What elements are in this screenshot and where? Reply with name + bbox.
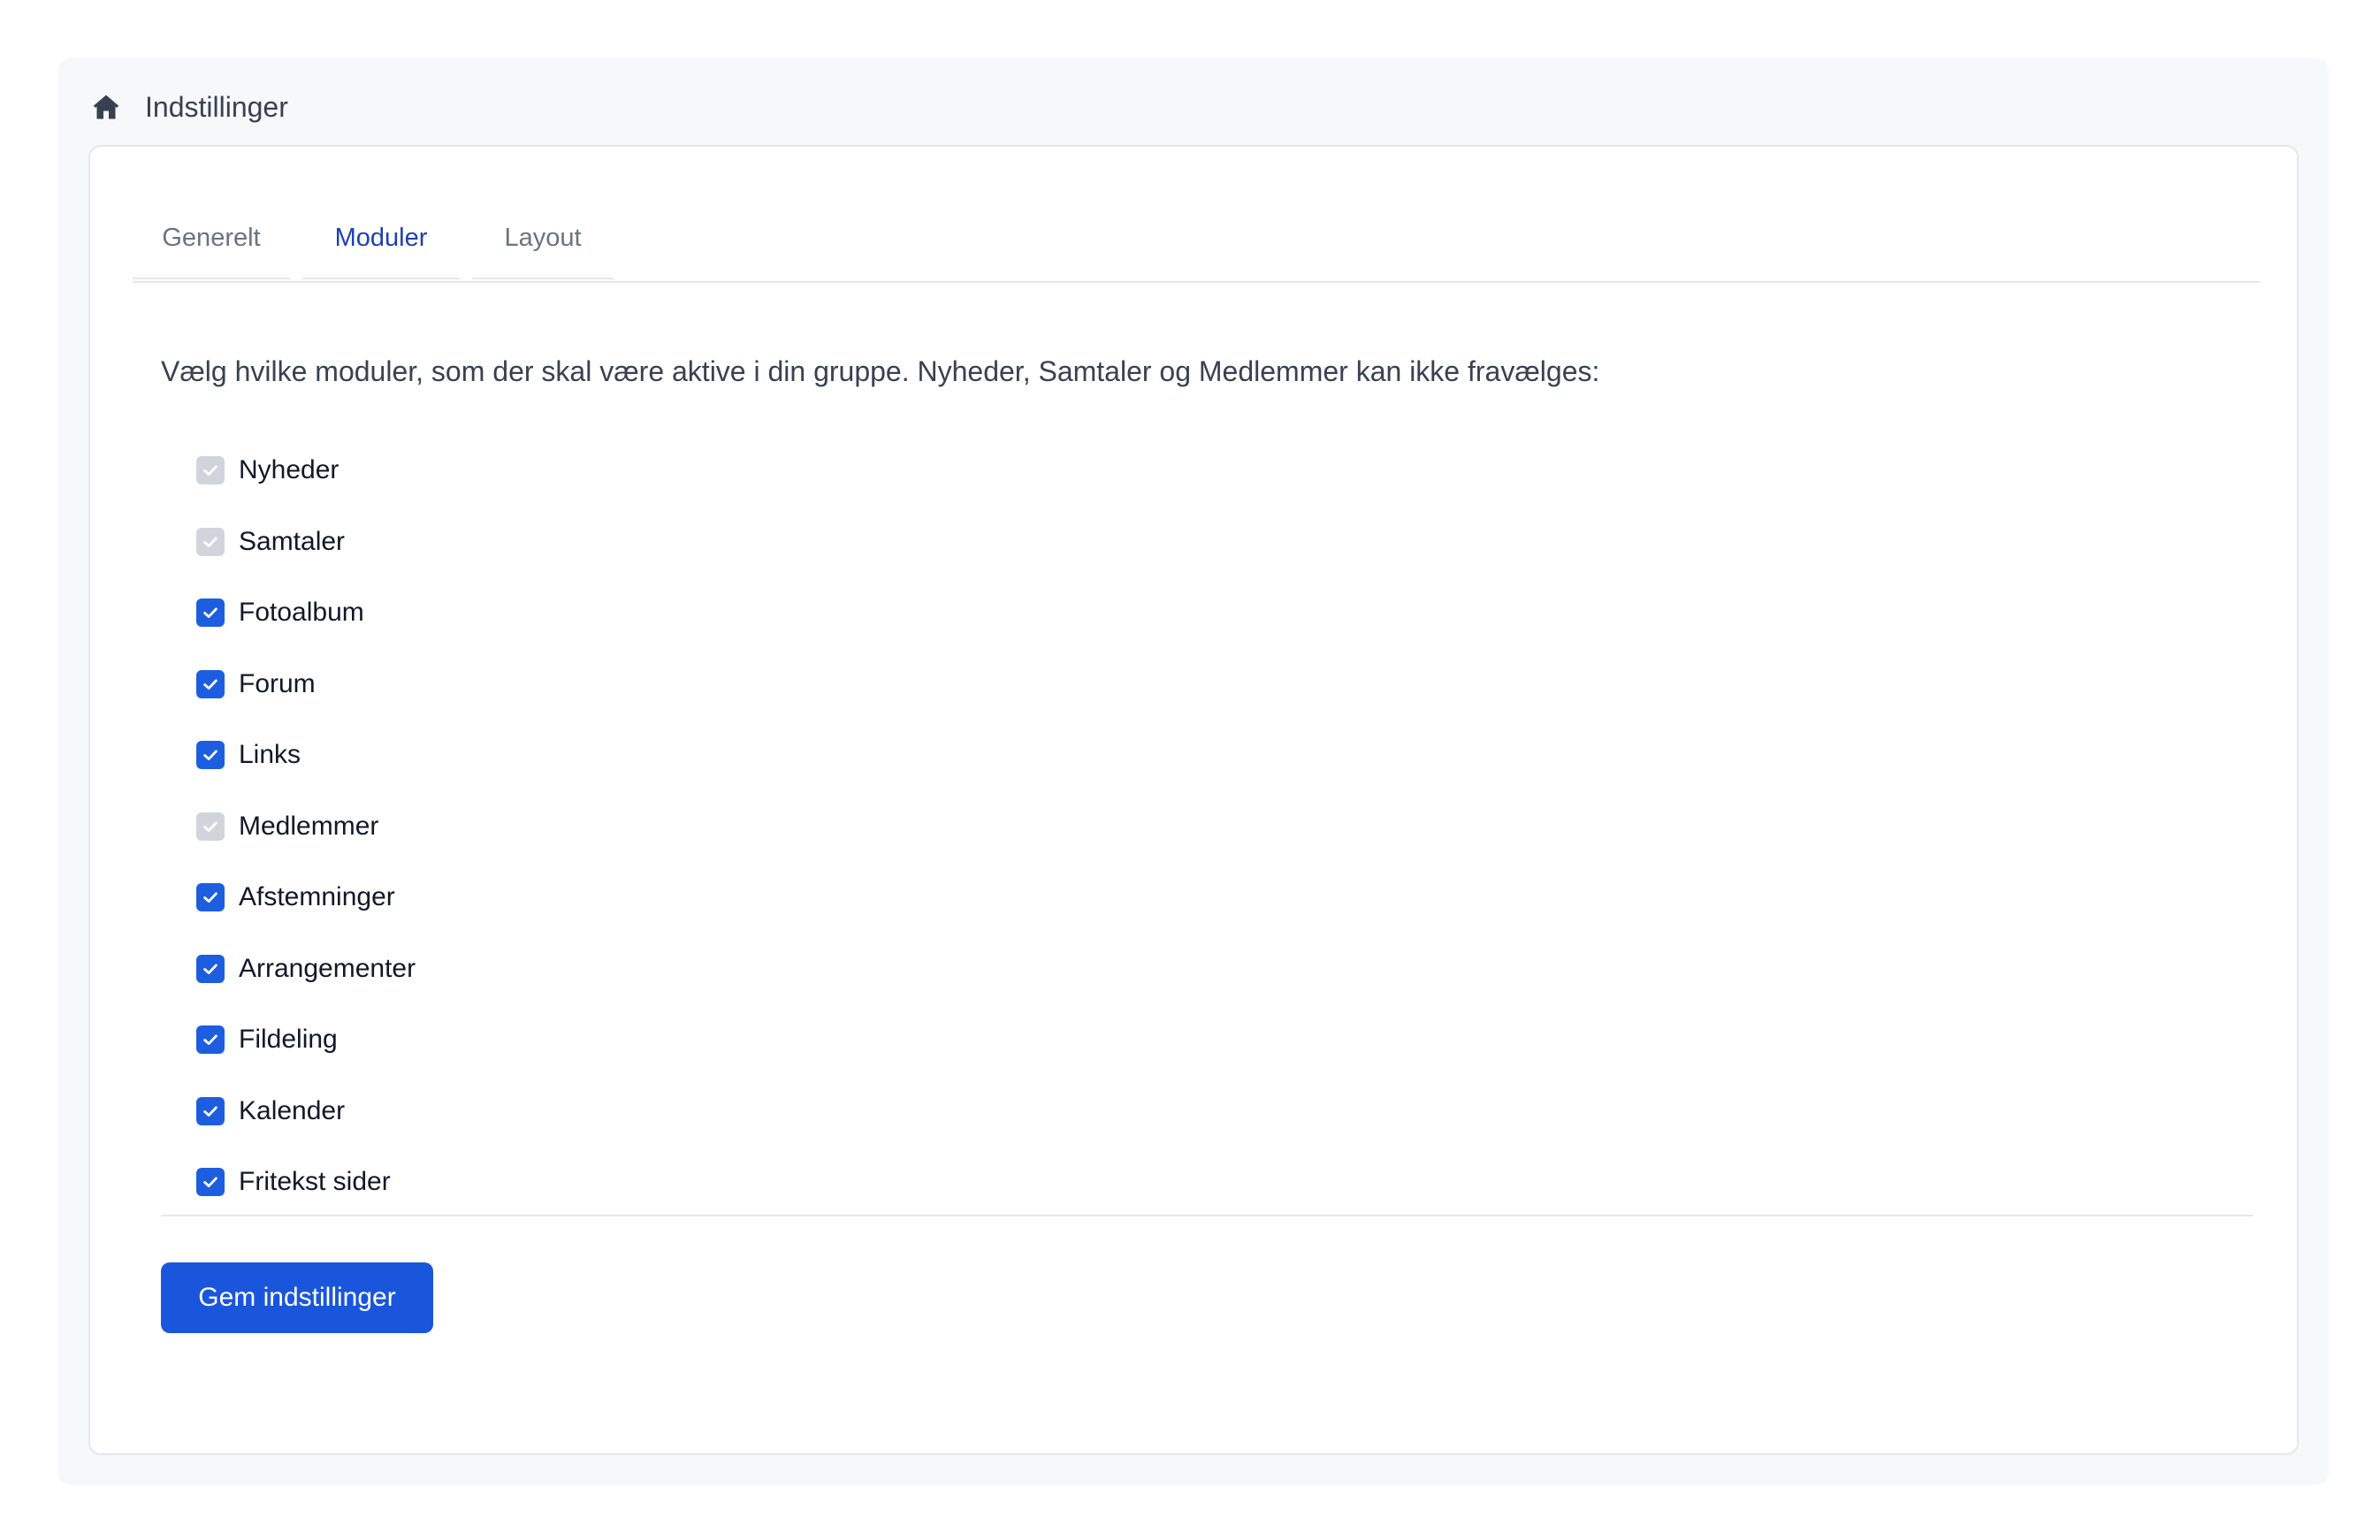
module-item: Fildeling [196, 1004, 416, 1076]
module-label: Fotoalbum [239, 598, 364, 628]
module-item: Afstemninger [196, 862, 416, 934]
check-icon [203, 1034, 217, 1046]
module-item: Fotoalbum [196, 577, 416, 649]
module-label: Samtaler [239, 526, 346, 556]
module-checkbox[interactable] [196, 1096, 225, 1125]
module-checkbox[interactable] [196, 741, 225, 770]
check-icon [203, 964, 217, 974]
module-list: Nyheder Samtaler Fotoalbum Forum Links Medlem… [196, 435, 416, 1218]
module-checkbox[interactable] [196, 954, 225, 983]
module-item: Fritekst sider [196, 1147, 416, 1218]
module-item: Links [196, 720, 416, 791]
check-icon [203, 750, 217, 761]
divider [161, 1215, 2253, 1216]
module-item: Arrangementer [196, 934, 416, 1005]
module-label: Kalender [239, 1095, 346, 1125]
module-label: Fildeling [239, 1025, 338, 1055]
check-icon [203, 465, 217, 476]
check-icon [203, 821, 217, 832]
module-item: Nyheder [196, 435, 416, 507]
tab-bar: Generelt Moduler Layout [133, 198, 2260, 283]
page-header: Indstillinger [90, 76, 288, 138]
module-checkbox[interactable] [196, 669, 225, 698]
module-item: Forum [196, 649, 416, 720]
check-icon [203, 892, 217, 903]
module-checkbox[interactable] [196, 598, 225, 628]
module-label: Afstemninger [239, 882, 395, 912]
module-label: Arrangementer [239, 953, 416, 983]
tab-layout[interactable]: Layout [472, 198, 614, 279]
module-label: Forum [239, 668, 316, 698]
page-title: Indstillinger [145, 90, 288, 123]
check-icon [203, 1106, 217, 1117]
module-checkbox [196, 527, 225, 556]
module-checkbox[interactable] [196, 883, 225, 912]
save-settings-button[interactable]: Gem indstillinger [161, 1262, 433, 1333]
module-item: Samtaler [196, 507, 416, 578]
module-label: Nyheder [239, 455, 339, 485]
module-label: Fritekst sider [239, 1167, 391, 1197]
module-checkbox[interactable] [196, 1168, 225, 1197]
settings-card: Generelt Moduler Layout Vælg hvilke modu… [88, 145, 2299, 1455]
module-item: Kalender [196, 1076, 416, 1147]
modules-intro-text: Vælg hvilke moduler, som der skal være a… [161, 355, 1600, 387]
check-icon [203, 537, 217, 547]
module-item: Medlemmer [196, 791, 416, 863]
module-checkbox[interactable] [196, 1025, 225, 1055]
module-checkbox [196, 456, 225, 485]
settings-panel: Indstillinger Generelt Moduler Layout Væ… [58, 58, 2329, 1485]
module-label: Medlemmer [239, 811, 379, 841]
check-icon [203, 607, 217, 619]
check-icon [203, 679, 217, 690]
module-label: Links [239, 740, 301, 770]
module-checkbox [196, 812, 225, 841]
check-icon [203, 1177, 217, 1188]
home-icon[interactable] [90, 91, 122, 123]
tab-moduler[interactable]: Moduler [302, 198, 460, 279]
tab-generelt[interactable]: Generelt [133, 198, 290, 279]
